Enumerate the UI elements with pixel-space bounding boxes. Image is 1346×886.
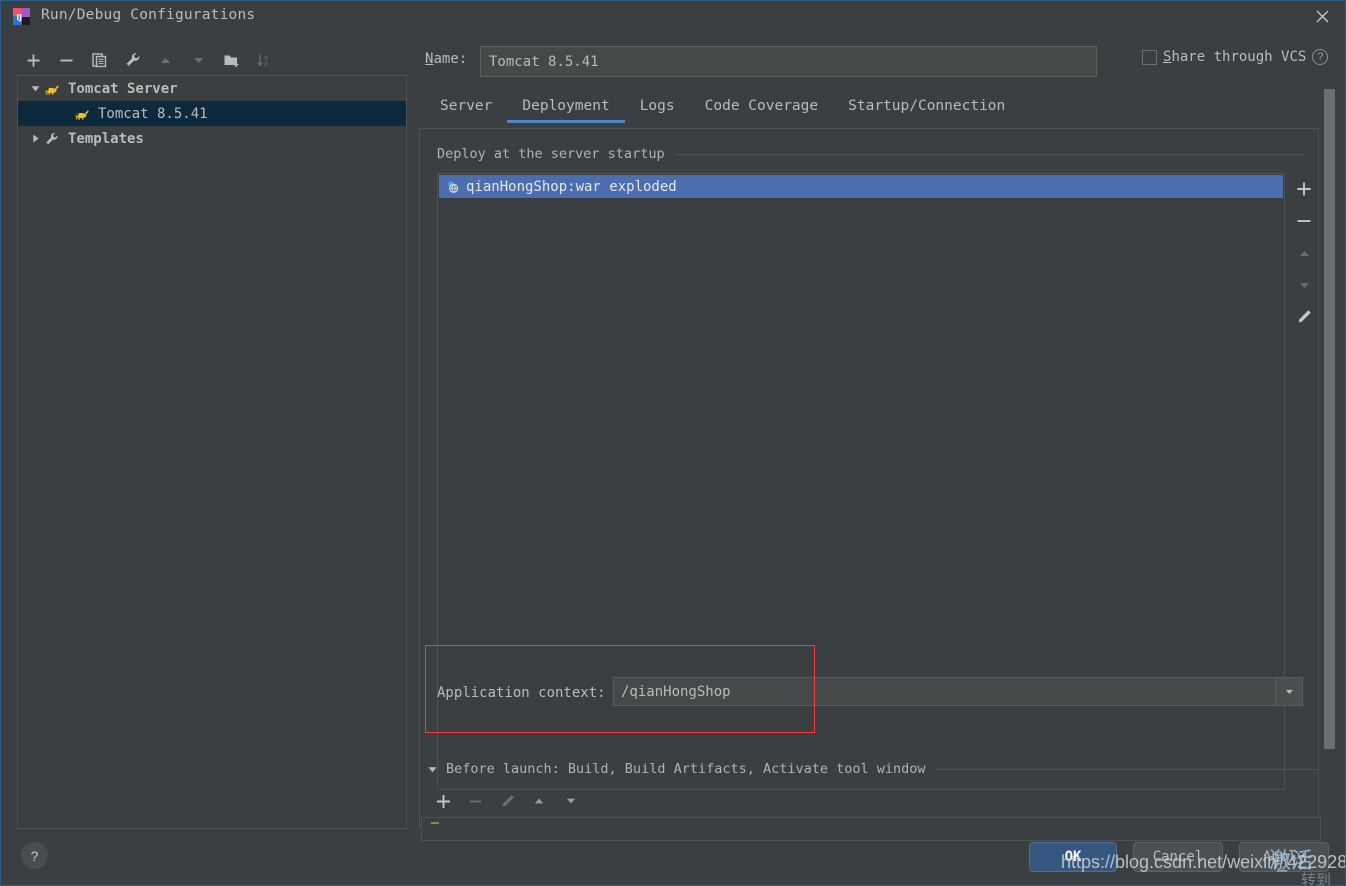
close-icon[interactable] (1299, 1, 1345, 32)
edit-artifact-pencil-icon[interactable] (1287, 301, 1318, 333)
before-launch-header[interactable]: Before launch: Build, Build Artifacts, A… (427, 761, 1319, 777)
bottom-strip (1, 880, 1345, 885)
list-item-label: qianHongShop:war exploded (466, 178, 677, 195)
deployment-list-toolbar (1287, 173, 1318, 333)
tomcat-icon (74, 107, 94, 121)
header-rule (935, 768, 1319, 770)
configurations-toolbar: a z (17, 45, 407, 75)
header-rule (674, 153, 1303, 155)
apply-button[interactable]: Apply (1239, 842, 1329, 872)
twisty-expanded-icon[interactable] (427, 764, 438, 775)
tab-logs[interactable]: Logs (625, 91, 690, 123)
ok-button[interactable]: OK (1029, 842, 1117, 872)
tree-node-label: Tomcat Server (68, 80, 178, 97)
share-through-vcs-control: Share through VCS ? (1142, 49, 1329, 65)
sort-configurations-button[interactable]: a z (248, 46, 281, 74)
svg-text:IJ: IJ (16, 13, 22, 22)
share-through-vcs-checkbox[interactable] (1142, 49, 1157, 65)
remove-artifact-button[interactable] (1287, 205, 1318, 237)
move-artifact-down-button[interactable] (1287, 269, 1318, 301)
before-launch-label: Before launch: Build, Build Artifacts, A… (446, 761, 926, 777)
edit-task-pencil-icon[interactable] (491, 787, 523, 815)
add-configuration-button[interactable] (17, 46, 50, 74)
window-title: Run/Debug Configurations (41, 7, 256, 23)
twisty-collapsed-icon[interactable] (26, 133, 44, 144)
svg-text:z: z (264, 60, 268, 68)
list-item[interactable]: qianHongShop:war exploded (439, 175, 1283, 198)
add-artifact-button[interactable] (1287, 173, 1318, 205)
tree-node-templates[interactable]: Templates (18, 126, 406, 151)
share-through-vcs-label[interactable]: Share through VCS (1163, 49, 1306, 65)
chevron-down-icon[interactable] (1275, 678, 1302, 705)
move-up-button[interactable] (149, 46, 182, 74)
application-context-input[interactable] (614, 678, 1275, 705)
wrench-icon (44, 131, 64, 147)
task-marker-icon (431, 822, 439, 824)
edit-templates-wrench-icon[interactable] (116, 46, 149, 74)
tree-node-tomcat-8-5-41[interactable]: Tomcat 8.5.41 (18, 101, 406, 126)
tab-deployment[interactable]: Deployment (507, 91, 625, 123)
tree-node-tomcat-server[interactable]: Tomcat Server (18, 76, 406, 101)
tab-code-coverage[interactable]: Code Coverage (690, 91, 834, 123)
cancel-button[interactable]: Cancel (1133, 842, 1223, 872)
tab-startup-connection[interactable]: Startup/Connection (833, 91, 1020, 123)
task-move-up-button[interactable] (523, 787, 555, 815)
vertical-scrollbar-thumb[interactable] (1324, 89, 1335, 749)
configurations-tree[interactable]: Tomcat Server Tomcat 8.5.41 Templates (17, 75, 407, 829)
application-context-label: Application context: (437, 685, 606, 701)
add-task-button[interactable] (427, 787, 459, 815)
before-launch-toolbar (427, 787, 587, 815)
name-label: Name: (425, 51, 468, 67)
create-folder-button[interactable] (215, 46, 248, 74)
copy-configuration-button[interactable] (83, 46, 116, 74)
move-down-button[interactable] (182, 46, 215, 74)
configuration-tabs: Server Deployment Logs Code Coverage Sta… (425, 91, 1020, 123)
artifact-icon (445, 179, 460, 194)
application-context-combobox[interactable] (613, 677, 1303, 706)
move-artifact-up-button[interactable] (1287, 237, 1318, 269)
deploy-at-startup-header: Deploy at the server startup (437, 146, 1303, 162)
run-debug-configurations-dialog: IJ Run/Debug Configurations a z Tomcat S… (0, 0, 1346, 886)
remove-task-button[interactable] (459, 787, 491, 815)
intellij-idea-logo-icon: IJ (12, 7, 31, 26)
tree-node-label: Templates (68, 130, 144, 147)
deployment-panel: Deploy at the server startup qianHongSho… (419, 128, 1319, 828)
tab-server[interactable]: Server (425, 91, 507, 123)
title-bar: IJ Run/Debug Configurations (1, 1, 1345, 32)
task-move-down-button[interactable] (555, 787, 587, 815)
tomcat-icon (44, 82, 64, 96)
share-help-icon[interactable]: ? (1312, 49, 1329, 65)
before-launch-tasks-list[interactable] (421, 817, 1321, 841)
configuration-name-input[interactable] (480, 46, 1097, 77)
remove-configuration-button[interactable] (50, 46, 83, 74)
help-button[interactable]: ? (21, 842, 48, 869)
twisty-expanded-icon[interactable] (26, 83, 44, 94)
deploy-at-startup-label: Deploy at the server startup (437, 146, 665, 162)
tree-node-label: Tomcat 8.5.41 (98, 105, 208, 122)
